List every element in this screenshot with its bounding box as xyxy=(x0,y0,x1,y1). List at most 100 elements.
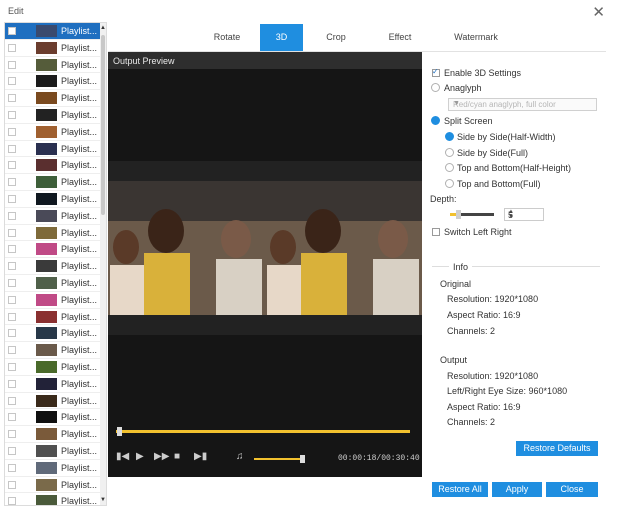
volume-handle[interactable] xyxy=(300,455,305,463)
restore-defaults-button[interactable]: Restore Defaults xyxy=(516,441,598,456)
volume-slider[interactable] xyxy=(254,455,305,463)
top-bottom-full-label: Top and Bottom(Full) xyxy=(457,179,541,189)
scroll-down-icon[interactable]: ▼ xyxy=(100,496,106,504)
play-icon[interactable]: ▶ xyxy=(136,451,144,462)
list-item[interactable]: Playlist... xyxy=(5,90,106,107)
list-item[interactable]: Playlist... xyxy=(5,107,106,124)
item-checkbox[interactable] xyxy=(8,379,16,388)
anaglyph-radio[interactable] xyxy=(431,83,440,92)
list-item[interactable]: Playlist... xyxy=(5,208,106,225)
depth-slider-handle[interactable] xyxy=(456,210,461,219)
list-item[interactable]: Playlist... xyxy=(5,460,106,477)
apply-button[interactable]: Apply xyxy=(492,482,542,497)
item-checkbox[interactable] xyxy=(8,60,16,69)
list-item[interactable]: Playlist... xyxy=(5,40,106,57)
item-thumbnail xyxy=(36,25,57,37)
item-checkbox[interactable] xyxy=(8,127,16,136)
scroll-thumb[interactable] xyxy=(101,35,105,215)
item-checkbox[interactable] xyxy=(8,161,16,170)
output-resolution: Resolution: 1920*1080 xyxy=(447,371,539,381)
fast-forward-icon[interactable]: ▶▶ xyxy=(154,451,169,462)
item-checkbox[interactable] xyxy=(8,194,16,203)
tab-crop[interactable]: Crop xyxy=(308,24,364,51)
list-item[interactable]: Playlist... xyxy=(5,157,106,175)
item-checkbox[interactable] xyxy=(8,262,16,271)
list-item[interactable]: Playlist... xyxy=(5,124,106,141)
tab-rotate[interactable]: Rotate xyxy=(194,24,260,51)
list-item[interactable]: Playlist... xyxy=(5,174,106,191)
item-thumbnail xyxy=(36,226,57,239)
item-checkbox[interactable] xyxy=(8,245,16,254)
list-item[interactable]: Playlist... xyxy=(5,57,106,74)
list-item[interactable]: Playlist... xyxy=(5,325,106,343)
item-checkbox[interactable] xyxy=(8,144,16,153)
skip-end-icon[interactable]: ▶▮ xyxy=(194,451,207,462)
item-checkbox[interactable] xyxy=(8,463,16,472)
volume-icon[interactable]: ♫ xyxy=(236,451,244,462)
list-item[interactable]: Playlist... xyxy=(5,342,106,359)
list-item[interactable]: Playlist... xyxy=(5,309,106,326)
list-item[interactable]: Playlist... xyxy=(5,493,106,505)
item-checkbox[interactable] xyxy=(8,446,16,455)
close-button[interactable]: Close xyxy=(546,482,598,497)
item-checkbox[interactable] xyxy=(8,430,16,439)
item-checkbox[interactable] xyxy=(8,178,16,187)
list-item[interactable]: Playlist... xyxy=(5,191,106,208)
item-checkbox[interactable] xyxy=(8,362,16,371)
top-bottom-half-radio[interactable] xyxy=(445,163,454,172)
split-screen-radio[interactable] xyxy=(431,116,440,125)
item-checkbox[interactable] xyxy=(8,329,16,338)
item-label: Playlist... xyxy=(61,395,98,406)
item-checkbox[interactable] xyxy=(8,396,16,405)
list-item[interactable]: Playlist... xyxy=(5,225,106,242)
stepper-arrows-icon[interactable]: ▲ ▼ xyxy=(508,209,540,220)
list-item[interactable]: Playlist... xyxy=(5,73,106,91)
restore-all-button[interactable]: Restore All xyxy=(432,482,488,497)
item-checkbox[interactable] xyxy=(8,94,16,103)
anaglyph-select[interactable]: Red/cyan anaglyph, full color ▼ xyxy=(448,98,597,111)
list-item[interactable]: Playlist... xyxy=(5,409,106,427)
list-item[interactable]: Playlist... xyxy=(5,426,106,443)
scroll-up-icon[interactable]: ▲ xyxy=(100,24,106,32)
tab-effect[interactable]: Effect xyxy=(372,24,428,51)
list-item[interactable]: Playlist... xyxy=(5,443,106,460)
switch-left-right-checkbox[interactable] xyxy=(432,228,440,236)
item-checkbox[interactable] xyxy=(8,43,16,52)
side-by-side-half-radio[interactable] xyxy=(445,132,454,141)
skip-back-icon[interactable]: ▮◀ xyxy=(116,451,129,462)
list-item[interactable]: Playlist... xyxy=(5,241,106,259)
item-checkbox[interactable] xyxy=(8,110,16,119)
item-checkbox[interactable] xyxy=(8,312,16,321)
item-checkbox[interactable] xyxy=(8,413,16,422)
item-checkbox[interactable] xyxy=(8,295,16,304)
list-item[interactable]: Playlist... xyxy=(5,141,106,158)
list-item[interactable]: Playlist... xyxy=(5,258,106,275)
enable-3d-checkbox[interactable] xyxy=(432,67,440,77)
item-checkbox[interactable] xyxy=(8,27,16,35)
list-item[interactable]: Playlist... xyxy=(5,23,106,40)
side-by-side-full-radio[interactable] xyxy=(445,148,454,157)
list-item[interactable]: Playlist... xyxy=(5,393,106,410)
item-checkbox[interactable] xyxy=(8,211,16,220)
item-checkbox[interactable] xyxy=(8,346,16,355)
stop-icon[interactable]: ■ xyxy=(174,451,180,462)
item-checkbox[interactable] xyxy=(8,497,16,505)
list-item[interactable]: Playlist... xyxy=(5,275,106,292)
tab-3d[interactable]: 3D xyxy=(260,24,303,51)
item-checkbox[interactable] xyxy=(8,77,16,86)
seek-handle[interactable] xyxy=(116,427,122,436)
top-bottom-full-radio[interactable] xyxy=(445,179,454,188)
seek-bar[interactable] xyxy=(116,427,410,436)
item-checkbox[interactable] xyxy=(8,228,16,237)
item-checkbox[interactable] xyxy=(8,278,16,287)
tab-watermark[interactable]: Watermark xyxy=(438,24,514,51)
list-item[interactable]: Playlist... xyxy=(5,292,106,309)
list-item[interactable]: Playlist... xyxy=(5,376,106,393)
item-checkbox[interactable] xyxy=(8,480,16,489)
depth-stepper[interactable]: 5 ▲ ▼ xyxy=(504,208,544,221)
playlist-scrollbar[interactable]: ▲ ▼ xyxy=(100,23,106,505)
list-item[interactable]: Playlist... xyxy=(5,359,106,376)
list-item[interactable]: Playlist... xyxy=(5,477,106,494)
depth-slider[interactable] xyxy=(450,210,494,219)
close-icon[interactable]: ✕ xyxy=(592,3,605,21)
